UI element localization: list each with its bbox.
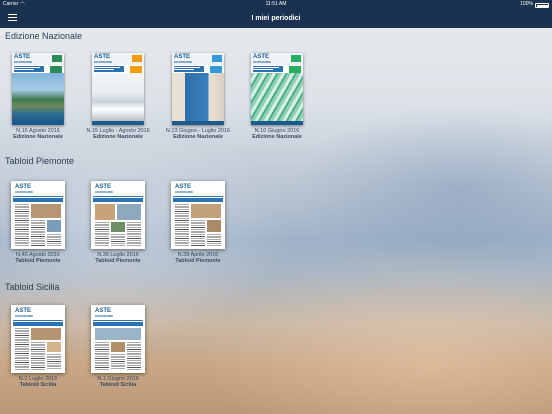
tabloid-cover[interactable]: ASTE GIUDIZIARIE <box>11 305 65 373</box>
issue-edition: Tabloid Sicilia <box>99 382 137 388</box>
issue-edition: Tabloid Sicilia <box>19 382 57 388</box>
cover-photo <box>172 73 224 121</box>
cover-photo <box>251 73 303 121</box>
navigation-bar: I miei periodici <box>0 9 552 28</box>
issue-card[interactable]: ASTE GIUDIZIARIE N.40 Agosto 2016 Tabloid… <box>4 181 72 264</box>
cover-photo <box>12 73 64 121</box>
status-bar: Carrier ◠ 11:51 AM 100% <box>0 0 552 9</box>
tabloid-cover[interactable]: ASTE GIUDIZIARIE <box>11 181 65 249</box>
issue-edition: Tabloid Piemonte <box>95 258 141 264</box>
issue-edition: Edizione Nazionale <box>252 134 302 140</box>
issue-card[interactable]: ASTE GIUDIZIARIE N.16 Agosto 2016 Edizio… <box>4 53 72 140</box>
magazine-cover[interactable]: ASTE GIUDIZIARIE <box>172 53 224 125</box>
page-title: I miei periodici <box>251 15 301 22</box>
status-time: 11:51 AM <box>265 1 287 7</box>
issue-card[interactable]: ASTE GIUDIZIARIE N.1 Giugno 2016 Tabloid … <box>84 305 152 388</box>
issue-card[interactable]: ASTE GIUDIZIARIE N.2 Luglio 2016 Tabloid … <box>4 305 72 388</box>
issue-edition: Edizione Nazionale <box>13 134 63 140</box>
issue-card[interactable]: ASTE GIUDIZIARIE N.13 Giugno - Luglio 20… <box>164 53 232 140</box>
tabloid-cover[interactable]: ASTE GIUDIZIARIE <box>171 181 225 249</box>
section-title-tabloid-sicilia: Tabloid Sicilia <box>5 282 60 292</box>
battery-percent: 100% <box>520 1 533 7</box>
issue-edition: Tabloid Piemonte <box>15 258 61 264</box>
magazine-cover[interactable]: ASTE GIUDIZIARIE <box>92 53 144 125</box>
issue-card[interactable]: ASTE GIUDIZIARIE N.15 Luglio - Agosto 20… <box>84 53 152 140</box>
magazine-cover[interactable]: ASTE GIUDIZIARIE <box>12 53 64 125</box>
battery-icon <box>535 3 549 8</box>
issue-edition: Tabloid Piemonte <box>175 258 221 264</box>
section-title-tabloid-piemonte: Tabloid Piemonte <box>5 156 75 166</box>
issue-card[interactable]: ASTE GIUDIZIARIE N.38 Aprile 2016 Tabloid… <box>164 181 232 264</box>
issue-card[interactable]: ASTE GIUDIZIARIE N.10 Giugno 2016 Edizio… <box>243 53 311 140</box>
issue-edition: Edizione Nazionale <box>93 134 143 140</box>
issue-card[interactable]: ASTE GIUDIZIARIE N.39 Luglio 2016 Tabloid… <box>84 181 152 264</box>
issue-edition: Edizione Nazionale <box>173 134 223 140</box>
tabloid-cover[interactable]: ASTE GIUDIZIARIE <box>91 181 145 249</box>
tabloid-cover[interactable]: ASTE GIUDIZIARIE <box>91 305 145 373</box>
cover-photo <box>92 73 144 121</box>
section-title-edizione-nazionale: Edizione Nazionale <box>5 31 83 41</box>
magazine-cover[interactable]: ASTE GIUDIZIARIE <box>251 53 303 125</box>
